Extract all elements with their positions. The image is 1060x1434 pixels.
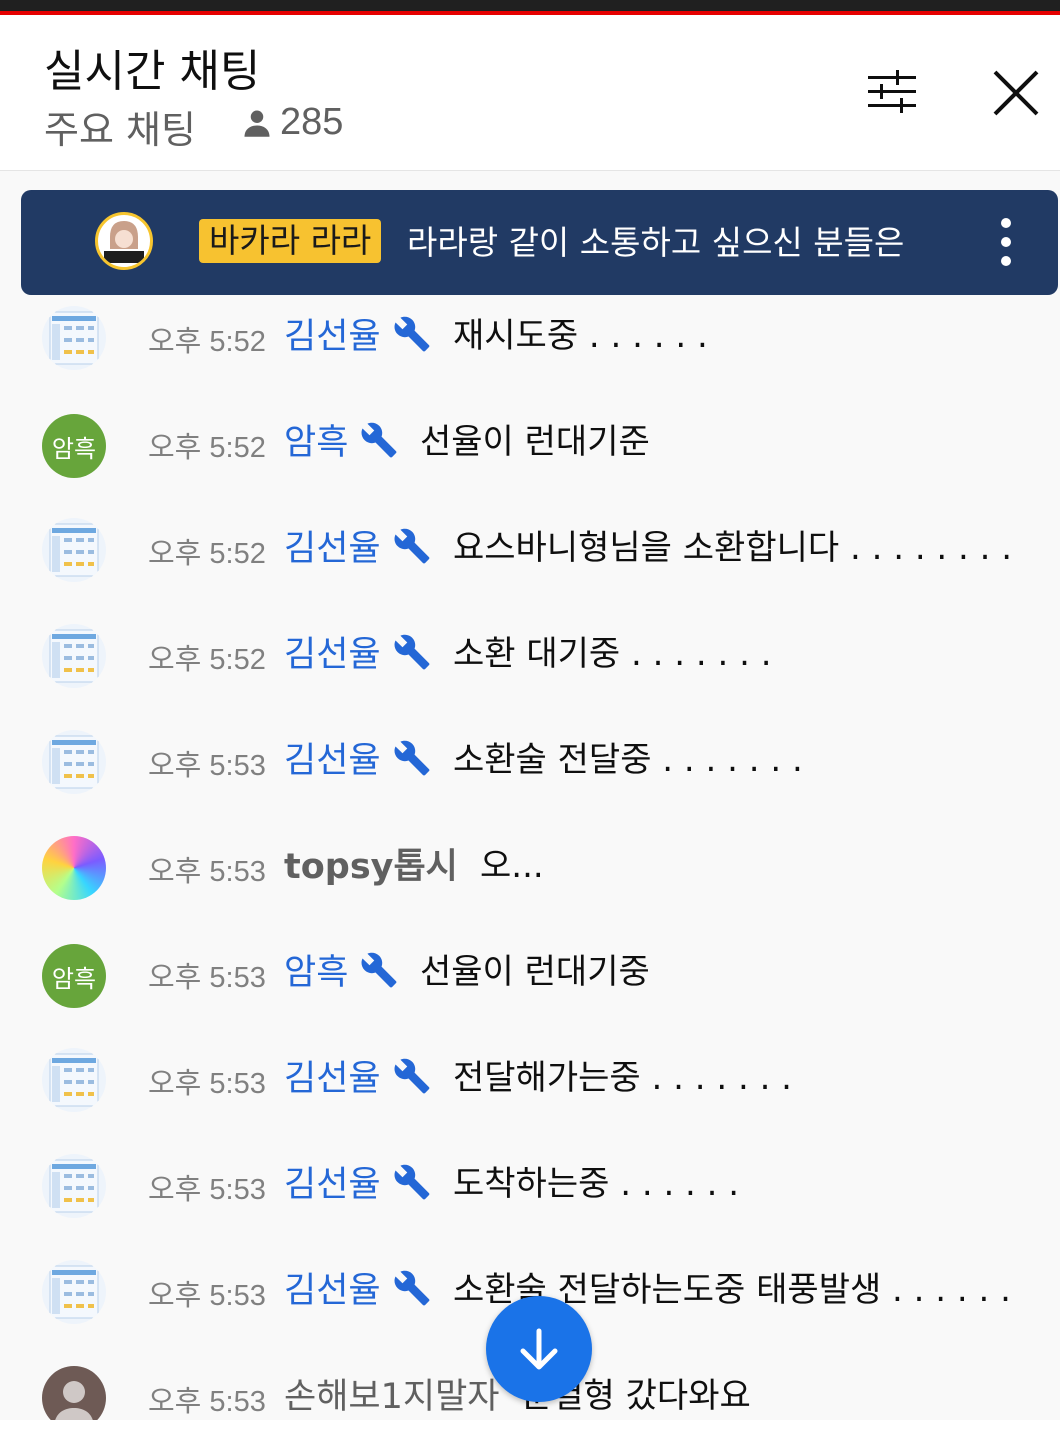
message-author[interactable]: 암흑 xyxy=(284,414,398,465)
message-author[interactable]: 손해보1지말자 xyxy=(284,1368,499,1419)
author-name[interactable]: 김선율 xyxy=(284,732,381,783)
chat-message[interactable]: 오후 5:53 김선율 소환술 전달중 . . . . . . . xyxy=(0,708,1060,808)
author-name[interactable]: 김선율 xyxy=(284,1156,381,1207)
message-author[interactable]: 김선율 xyxy=(284,1262,431,1313)
pinned-author-badge: 바카라 라라 xyxy=(199,219,382,263)
chat-message[interactable]: 오후 5:53 김선율 전달해가는중 . . . . . . . xyxy=(0,1026,1060,1126)
close-button[interactable] xyxy=(980,57,1052,129)
message-author[interactable]: 김선율 xyxy=(284,1050,431,1101)
chat-message[interactable]: 오후 5:52 김선율 소환 대기중 . . . . . . . xyxy=(0,602,1060,702)
more-vert-icon xyxy=(1001,218,1011,228)
message-timestamp: 오후 5:53 xyxy=(148,1068,266,1100)
message-text: 선율이 런대기중 xyxy=(420,952,650,992)
wrench-icon xyxy=(393,1269,431,1307)
message-timestamp: 오후 5:52 xyxy=(148,538,266,570)
wrench-icon xyxy=(393,1057,431,1095)
sliders-icon xyxy=(868,70,916,113)
message-timestamp: 오후 5:53 xyxy=(148,856,266,888)
author-name[interactable]: 김선율 xyxy=(284,1050,381,1101)
message-text: 전달해가는중 . . . . . . . xyxy=(453,1058,792,1098)
message-timestamp: 오후 5:53 xyxy=(148,1174,266,1206)
person-icon xyxy=(244,110,270,137)
scroll-to-bottom-button[interactable] xyxy=(486,1296,592,1402)
pinned-author-avatar xyxy=(95,212,153,270)
wrench-icon xyxy=(360,421,398,459)
chat-message[interactable]: 암흑 오후 5:52 암흑 선율이 런대기준 xyxy=(0,390,1060,490)
message-author[interactable]: 김선율 xyxy=(284,308,431,359)
message-text: 소환 대기중 . . . . . . . xyxy=(453,634,772,674)
avatar[interactable] xyxy=(42,836,106,900)
message-author[interactable]: 김선율 xyxy=(284,520,431,571)
message-text: 선율이 런대기준 xyxy=(420,422,650,462)
more-options-button[interactable] xyxy=(991,218,1021,266)
message-author[interactable]: 김선율 xyxy=(284,732,431,783)
wrench-icon xyxy=(393,739,431,777)
message-text: 요스바니형님을 소환합니다 . . . . . . . . xyxy=(453,528,1013,568)
message-text: 재시도중 . . . . . . xyxy=(453,316,708,356)
pinned-message-text: 라라랑 같이 소통하고 싶으신 분들은 xyxy=(407,223,905,262)
pinned-message-banner[interactable]: 바카라 라라 라라랑 같이 소통하고 싶으신 분들은 xyxy=(21,190,1058,295)
message-text: 오... xyxy=(480,846,544,886)
avatar[interactable] xyxy=(42,1154,106,1218)
page-title: 실시간 채팅 xyxy=(44,46,261,97)
message-timestamp: 오후 5:52 xyxy=(148,326,266,358)
chat-message[interactable]: 오후 5:53 김선율 도착하는중 . . . . . . xyxy=(0,1132,1060,1232)
avatar[interactable]: 암흑 xyxy=(42,944,106,1008)
message-timestamp: 오후 5:53 xyxy=(148,1386,266,1418)
wrench-icon xyxy=(393,315,431,353)
close-icon xyxy=(993,70,1039,116)
message-author[interactable]: 김선율 xyxy=(284,1156,431,1207)
avatar[interactable] xyxy=(42,1260,106,1324)
chat-message[interactable]: 오후 5:52 김선율 요스바니형님을 소환합니다 . . . . . . . . xyxy=(0,496,1060,596)
avatar[interactable] xyxy=(42,624,106,688)
chat-message[interactable]: 오후 5:52 김선율 재시도중 . . . . . . xyxy=(0,284,1060,384)
avatar[interactable] xyxy=(42,306,106,370)
chat-message[interactable]: 암흑 오후 5:53 암흑 선율이 런대기중 xyxy=(0,920,1060,1020)
avatar[interactable] xyxy=(42,730,106,794)
avatar[interactable]: 암흑 xyxy=(42,414,106,478)
author-name[interactable]: 김선율 xyxy=(284,626,381,677)
wrench-icon xyxy=(393,1163,431,1201)
chat-mode-selector[interactable]: 주요 채팅 xyxy=(44,99,196,154)
chat-message-list[interactable]: 오후 5:52 김선율 재시도중 . . . . . . 암흑 오후 5:52 암흑 선율이… xyxy=(0,284,1060,1420)
author-name[interactable]: 암흑 xyxy=(284,944,348,995)
arrow-down-icon xyxy=(520,1328,558,1370)
avatar[interactable] xyxy=(42,518,106,582)
avatar[interactable] xyxy=(42,1366,106,1420)
viewer-count: 285 xyxy=(242,101,343,144)
message-text: 도착하는중 . . . . . . xyxy=(453,1164,740,1204)
avatar[interactable] xyxy=(42,1048,106,1112)
author-name[interactable]: topsy톱시 xyxy=(284,838,458,889)
author-name[interactable]: 김선율 xyxy=(284,520,381,571)
message-timestamp: 오후 5:52 xyxy=(148,432,266,464)
viewer-count-value: 285 xyxy=(280,101,344,143)
author-name[interactable]: 김선율 xyxy=(284,1262,381,1313)
wrench-icon xyxy=(393,527,431,565)
message-timestamp: 오후 5:53 xyxy=(148,1280,266,1312)
status-bar xyxy=(0,0,1060,15)
author-name[interactable]: 암흑 xyxy=(284,414,348,465)
author-name[interactable]: 김선율 xyxy=(284,308,381,359)
message-timestamp: 오후 5:53 xyxy=(148,750,266,782)
message-timestamp: 오후 5:52 xyxy=(148,644,266,676)
bottom-edge xyxy=(0,1420,1060,1434)
wrench-icon xyxy=(393,633,431,671)
message-timestamp: 오후 5:53 xyxy=(148,962,266,994)
author-name[interactable]: 손해보1지말자 xyxy=(284,1368,499,1419)
chat-message[interactable]: 오후 5:53 topsy톱시 오... xyxy=(0,814,1060,914)
message-author[interactable]: 김선율 xyxy=(284,626,431,677)
message-text: 소환술 전달중 . . . . . . . xyxy=(453,740,803,780)
message-author[interactable]: 암흑 xyxy=(284,944,398,995)
message-author[interactable]: topsy톱시 xyxy=(284,838,458,889)
chat-header: 실시간 채팅 주요 채팅 285 xyxy=(0,15,1060,171)
wrench-icon xyxy=(360,951,398,989)
filter-button[interactable] xyxy=(856,55,928,127)
